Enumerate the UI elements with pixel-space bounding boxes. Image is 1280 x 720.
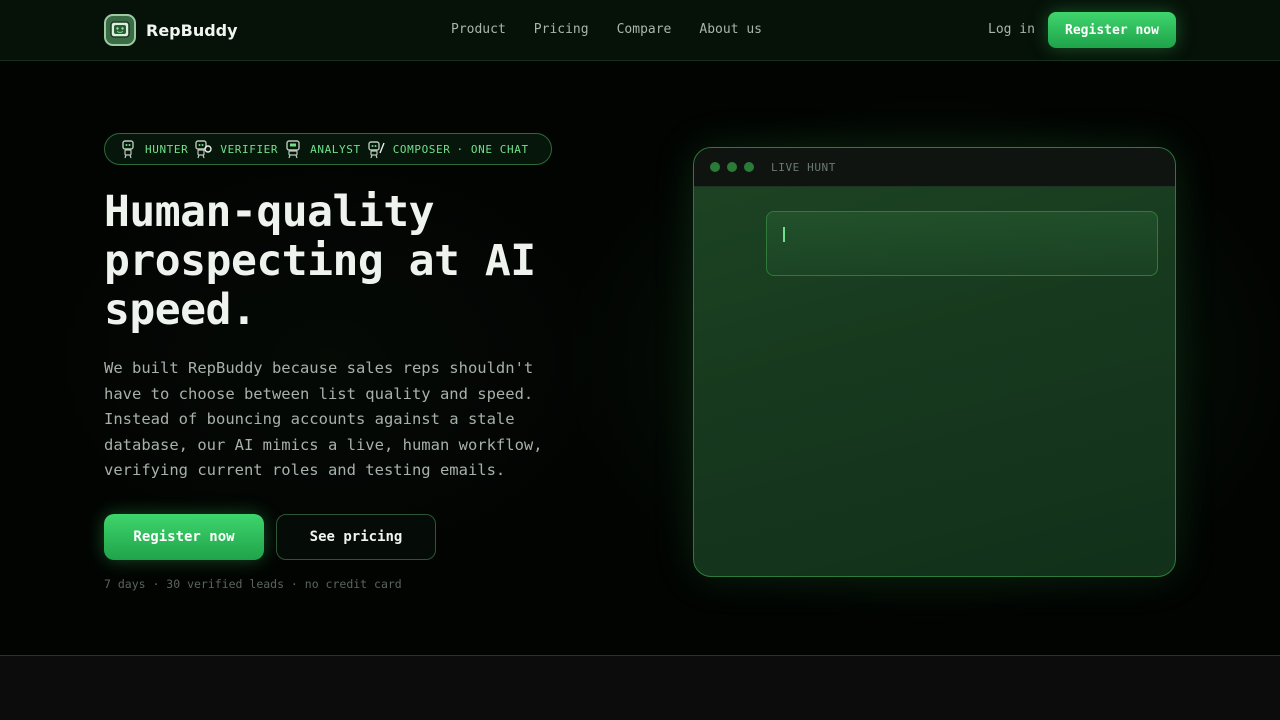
nav-link-product[interactable]: Product [451,22,506,37]
verifier-robot-icon [195,140,213,159]
window-dot-close [710,162,720,172]
login-link[interactable]: Log in [988,22,1035,37]
window-dot-maximize [744,162,754,172]
nav-links: Product Pricing Compare About us [451,22,762,37]
nav-register-button[interactable]: Register now [1048,12,1176,48]
hero-lead-paragraph: We built RepBuddy because sales reps sho… [104,359,543,479]
see-pricing-button[interactable]: See pricing [276,514,436,560]
nav-link-pricing[interactable]: Pricing [534,22,589,37]
hero-headline: Human-quality prospecting at AI speed. [104,187,536,335]
chat-input[interactable] [766,211,1158,276]
agent-label-analyst: ANALYST [310,142,361,156]
agent-label-verifier: VERIFIER [220,142,279,156]
next-section [0,655,1280,720]
robot-face-icon [104,14,136,46]
window-dot-minimize [727,162,737,172]
window-title: LIVE HUNT [771,160,837,174]
composer-robot-icon [367,141,385,159]
text-cursor [783,227,785,242]
analyst-robot-icon [286,140,300,159]
nav-link-compare[interactable]: Compare [617,22,672,37]
live-hunt-window: LIVE HUNT [693,147,1176,577]
agents-badge: HUNTER VERIFIER ANALYST COMPOSER · ONE C… [104,133,552,165]
brand-name: RepBuddy [146,20,238,40]
brand[interactable]: RepBuddy [104,14,238,46]
top-navigation: RepBuddy Product Pricing Compare About u… [0,0,1280,61]
hero-register-button[interactable]: Register now [104,514,264,560]
agent-label-composer: COMPOSER [392,142,451,156]
trial-fine-print: 7 days · 30 verified leads · no credit c… [104,577,402,591]
agent-label-hunter: HUNTER [145,142,189,156]
hunter-robot-icon [122,140,134,159]
agents-suffix: · ONE CHAT [456,142,529,156]
nav-link-about-us[interactable]: About us [699,22,762,37]
window-title-bar: LIVE HUNT [694,148,1175,187]
